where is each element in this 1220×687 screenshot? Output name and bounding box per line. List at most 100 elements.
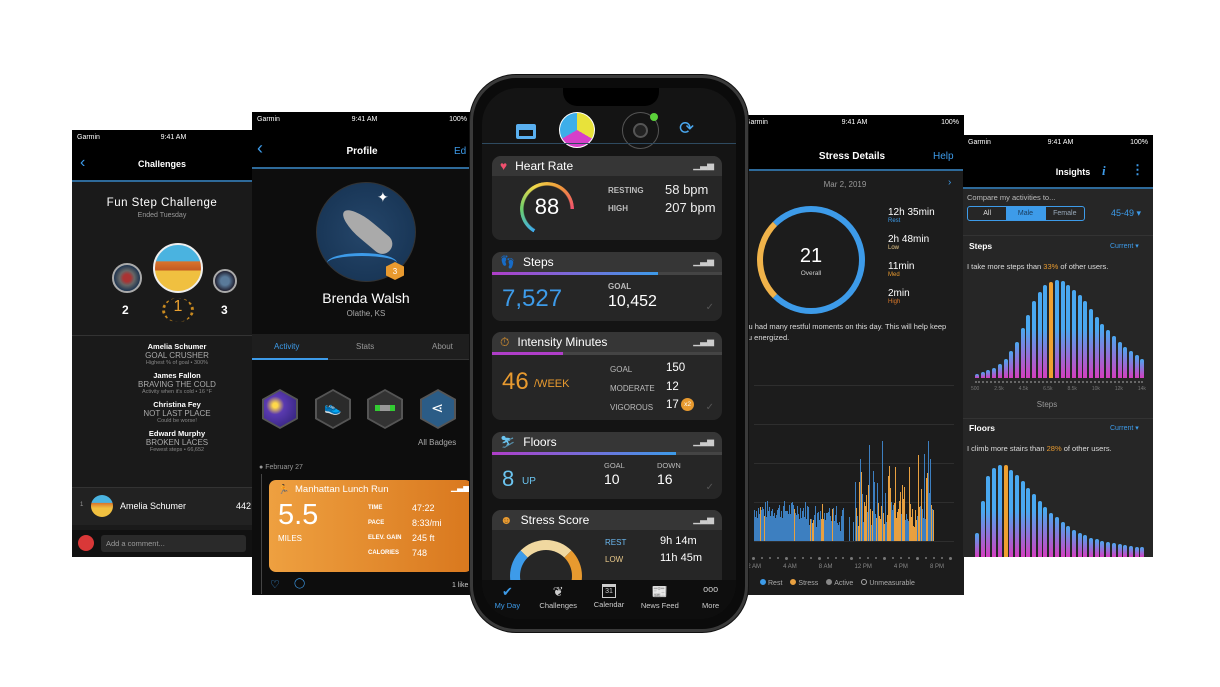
segment-female[interactable]: Female <box>1044 207 1084 220</box>
divider <box>963 235 1153 236</box>
status-bar: Garmin 9:41 AM 100% <box>740 115 964 129</box>
x-tick: 500 <box>971 386 980 392</box>
badge-fireworks[interactable] <box>262 389 298 429</box>
rank-1-laurel: 1 <box>162 298 194 322</box>
age-dropdown[interactable]: 45-49 ▾ <box>1111 208 1141 219</box>
histogram-bar <box>1100 540 1105 557</box>
award-item: Christina Fey NOT LAST PLACE Could be wors… <box>72 400 252 424</box>
likes-count[interactable]: 1 like <box>452 582 468 589</box>
histogram-bar <box>1032 301 1036 378</box>
help-button[interactable]: Help <box>933 151 954 162</box>
award-winner: James Fallon <box>153 371 201 380</box>
histogram-bar <box>992 468 997 557</box>
stress-message: You had many restful moments on this day… <box>740 322 947 342</box>
all-badges-link[interactable]: All Badges <box>418 438 456 447</box>
chart-icon[interactable]: ▁▃▅ <box>693 336 714 347</box>
histogram-bar <box>1054 280 1059 378</box>
avatar[interactable] <box>213 269 237 293</box>
x-tick: 8.5k <box>1067 386 1077 392</box>
timeline-line <box>261 474 262 594</box>
badge-share[interactable]: ⋖ <box>420 389 456 429</box>
award-detail: Could be worse! <box>157 418 197 424</box>
badge-winged-shoe[interactable]: 👟 <box>315 389 351 429</box>
stress-level-label: Low <box>888 245 900 251</box>
notch <box>563 88 659 106</box>
histogram-bar <box>1094 316 1099 378</box>
intensity-minutes-card[interactable]: ⏱ Intensity Minutes ▁▃▅ 46 /WEEK GOAL 150… <box>492 332 722 420</box>
histogram-bar <box>1117 341 1122 378</box>
award-title: NOT LAST PLACE <box>143 409 211 418</box>
histogram-bar <box>1123 544 1128 557</box>
stress-score-card[interactable]: ☻ Stress Score ▁▃▅ REST 9h 14m LOW 11h 45… <box>492 510 722 590</box>
timeline-dot <box>908 557 911 559</box>
steps-card[interactable]: 👣 Steps ▁▃▅ 7,527 GOAL 10,452 ✓ <box>492 252 722 321</box>
steps-value: 7,527 <box>502 285 563 312</box>
axis-dots <box>975 381 1143 383</box>
histogram-bar <box>997 465 1002 557</box>
chart-icon[interactable]: ▁▃▅ <box>693 436 714 447</box>
sync-icon[interactable]: ⟳ <box>679 118 694 139</box>
histogram-bar <box>1089 537 1093 557</box>
divider <box>963 418 1153 419</box>
histogram-bar <box>1032 494 1036 557</box>
stat-label: ELEV. GAIN <box>368 534 402 541</box>
info-icon[interactable]: i <box>1102 163 1106 179</box>
chart-icon[interactable]: ▁▃▅ <box>693 160 714 171</box>
chart-icon[interactable]: ▁▃▅ <box>693 514 714 525</box>
nav-bar: ‹ Profile Ed <box>252 126 472 169</box>
tab-about[interactable]: About <box>432 342 453 351</box>
tab-my-day[interactable]: ✔ My Day <box>482 580 532 619</box>
timeline-dot <box>826 557 829 559</box>
tab-more[interactable]: ooo More <box>686 580 736 619</box>
page-title: Stress Details <box>818 151 886 162</box>
x-tick: 4.5k <box>1018 386 1029 392</box>
histogram-bar <box>1066 526 1071 557</box>
histogram-bar <box>1140 358 1145 378</box>
avatar[interactable] <box>112 263 142 293</box>
check-icon: ✓ <box>705 402 714 413</box>
tab-challenges[interactable]: ❦ Challenges <box>533 580 583 619</box>
tab-news-feed[interactable]: 📰 News Feed <box>635 580 685 619</box>
page-title: Profile <box>346 146 378 157</box>
histogram-bar <box>1043 284 1048 378</box>
avatar[interactable] <box>153 243 203 293</box>
next-day-button[interactable]: › <box>948 177 951 188</box>
leaderboard-row[interactable]: 1 Amelia Schumer 442 <box>72 487 252 525</box>
floors-card[interactable]: ⛷ Floors ▁▃▅ 8 UP GOAL 10 DOWN 16 ✓ <box>492 432 722 499</box>
compare-label: Compare my activities to... <box>967 193 1056 202</box>
timeline-dot <box>768 557 771 559</box>
edit-button[interactable]: Ed <box>454 146 466 157</box>
chart-icon[interactable]: ▁▃▅ <box>693 256 714 267</box>
stat-value: 245 ft <box>412 532 435 543</box>
tab-stats[interactable]: Stats <box>356 342 374 351</box>
nav-bar: Insights i ⋮ <box>963 149 1153 189</box>
badge-dumbbell[interactable] <box>367 389 403 429</box>
timeline-dot <box>875 557 878 559</box>
timeline-dot <box>784 556 788 560</box>
steps-period-dropdown[interactable]: Current ▾ <box>1110 242 1139 250</box>
histogram-bar <box>1014 341 1019 378</box>
floors-title: Floors <box>969 423 995 433</box>
legend-swatch <box>826 579 833 585</box>
segment-male[interactable]: Male <box>1006 207 1045 220</box>
check-icon: ✓ <box>705 482 714 493</box>
tab-activity[interactable]: Activity <box>274 342 299 351</box>
award-title: BRAVING THE COLD <box>138 380 216 389</box>
floors-period-dropdown[interactable]: Current ▾ <box>1110 424 1139 432</box>
timeline-dot <box>809 557 812 559</box>
timeline-dot <box>925 557 928 559</box>
segment-all[interactable]: All <box>968 207 1006 220</box>
comment-input[interactable]: Add a comment... <box>101 535 246 552</box>
steps-progress <box>492 272 658 275</box>
heart-rate-card[interactable]: ♥ Heart Rate ▁▃▅ 88 RESTING 58 bpm HIGH 2… <box>492 156 722 240</box>
activity-card[interactable]: 🏃 Manhattan Lunch Run ▁▃▅ 5.5 MILES TIME… <box>269 480 472 572</box>
stress-level-label: High <box>888 299 901 305</box>
more-options-icon[interactable]: ⋮ <box>1131 162 1144 178</box>
comment-icon[interactable]: ◯ <box>294 578 305 589</box>
timeline-dot <box>752 556 755 560</box>
like-icon[interactable]: ♡ <box>270 578 280 591</box>
challenges-screen: Garmin 9:41 AM ‹ Challenges Fun Step Chal… <box>72 130 252 557</box>
inbox-icon[interactable] <box>516 124 536 139</box>
tab-calendar[interactable]: 31 Calendar <box>584 580 634 619</box>
rocket-icon <box>337 204 397 258</box>
